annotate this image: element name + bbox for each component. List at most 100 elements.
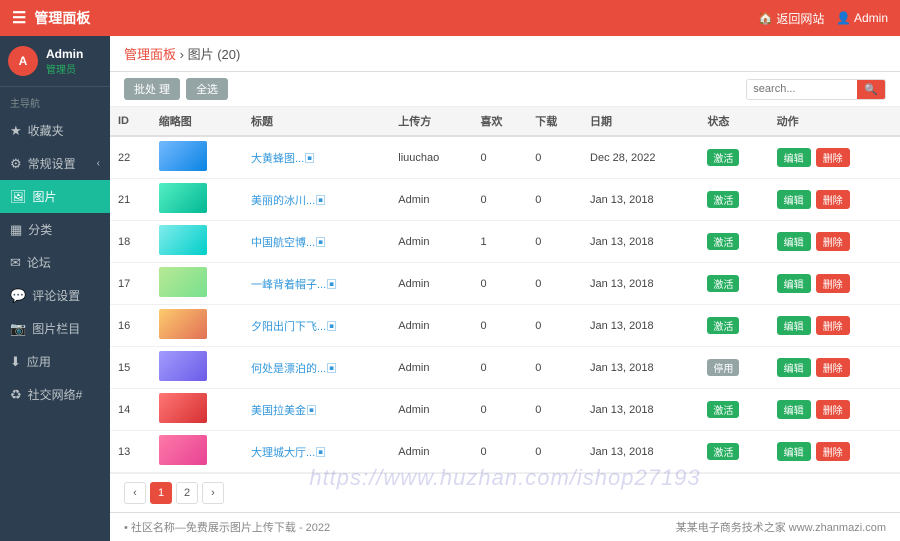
cell-thumb [151,431,243,473]
sidebar-label-favorites: 收藏夹 [28,122,64,139]
edit-btn[interactable]: 编辑 [777,316,811,335]
sidebar-item-segments[interactable]: ▦ 分类 [0,213,110,246]
select-all-btn[interactable]: 全选 [186,78,228,100]
cell-likes: 0 [472,389,527,431]
sidebar-item-images[interactable]: 🖼 图片 [0,180,110,213]
cell-likes: 1 [472,221,527,263]
delete-btn[interactable]: 删除 [816,232,850,251]
cell-status: 激活 [699,263,768,305]
cell-title: 大黄蜂图...▣ [243,136,390,179]
cell-uploader: Admin [390,431,472,473]
content-wrapper: 管理面板 › 图片 (20) 批处 理 全选 🔍 [110,36,900,541]
menu-icon[interactable]: ☰ [12,8,26,28]
edit-btn[interactable]: 编辑 [777,190,811,209]
title-link[interactable]: 大黄蜂图...▣ [251,153,315,165]
cell-date: Jan 13, 2018 [582,431,699,473]
delete-btn[interactable]: 删除 [816,274,850,293]
title-link[interactable]: 大理城大厅...▣ [251,447,326,459]
title-link[interactable]: 美丽的冰川...▣ [251,195,326,207]
sidebar-label-settings: 常规设置 [28,155,76,172]
cell-thumb [151,263,243,305]
cell-actions: 编辑 删除 [769,347,900,389]
cell-id: 22 [110,136,151,179]
star-icon: ★ [10,123,22,139]
page-next[interactable]: › [202,482,224,504]
delete-btn[interactable]: 删除 [816,358,850,377]
page-prev[interactable]: ‹ [124,482,146,504]
cell-downloads: 0 [527,431,582,473]
cell-likes: 0 [472,136,527,179]
table-header-row: ID 缩略图 标题 上传方 喜欢 下载 日期 状态 动作 [110,107,900,136]
user-role: 管理员 [46,61,83,76]
cell-date: Dec 28, 2022 [582,136,699,179]
delete-btn[interactable]: 删除 [816,442,850,461]
col-id: ID [110,107,151,136]
edit-btn[interactable]: 编辑 [777,358,811,377]
delete-btn[interactable]: 删除 [816,316,850,335]
toolbar: 批处 理 全选 🔍 [110,72,900,107]
camera-icon: 📷 [10,321,26,337]
admin-user[interactable]: 👤 Admin [836,11,888,25]
cell-uploader: liuuchao [390,136,472,179]
breadcrumb-parent[interactable]: 管理面板 [124,47,176,62]
edit-btn[interactable]: 编辑 [777,148,811,167]
cell-uploader: Admin [390,389,472,431]
user-name: Admin [46,47,83,61]
sidebar-item-posts[interactable]: ✉ 论坛 [0,246,110,279]
table-row: 21 美丽的冰川...▣ Admin 0 0 Jan 13, 2018 激活 编… [110,179,900,221]
cell-id: 15 [110,347,151,389]
delete-btn[interactable]: 删除 [816,148,850,167]
cell-title: 夕阳出门下飞...▣ [243,305,390,347]
search-input[interactable] [747,80,857,98]
delete-btn[interactable]: 删除 [816,400,850,419]
cell-thumb [151,347,243,389]
sidebar-item-favorites[interactable]: ★ 收藏夹 [0,114,110,147]
app-title: 管理面板 [34,8,90,28]
sidebar-item-settings[interactable]: ⚙ 常规设置 ‹ [0,147,110,180]
cell-downloads: 0 [527,389,582,431]
edit-btn[interactable]: 编辑 [777,400,811,419]
status-badge: 激活 [707,443,739,460]
recycle-icon: ♻ [10,387,22,403]
cell-id: 13 [110,431,151,473]
header-right: 🏠 返回网站 👤 Admin [758,10,888,27]
edit-btn[interactable]: 编辑 [777,274,811,293]
search-btn[interactable]: 🔍 [857,80,885,99]
footer-right: 某某电子商务技术之家 www.zhanmazi.com [676,519,886,535]
sidebar-section-title: 主导航 [0,87,110,114]
gear-icon: ⚙ [10,156,22,172]
cell-actions: 编辑 删除 [769,431,900,473]
cell-date: Jan 13, 2018 [582,263,699,305]
page-1[interactable]: 1 [150,482,172,504]
title-link[interactable]: 一峰背着帽子...▣ [251,279,337,291]
sidebar-item-recycle[interactable]: ♻ 社交网络# [0,378,110,411]
breadcrumb: 管理面板 › 图片 (20) [110,36,900,72]
sidebar-label-recycle: 社交网络# [28,386,83,403]
table-wrapper: ID 缩略图 标题 上传方 喜欢 下载 日期 状态 动作 22 [110,107,900,473]
col-thumb: 缩略图 [151,107,243,136]
delete-btn[interactable]: 删除 [816,190,850,209]
cell-actions: 编辑 删除 [769,221,900,263]
sidebar-item-download[interactable]: ⬇ 应用 [0,345,110,378]
status-badge: 停用 [707,359,739,376]
batch-btn[interactable]: 批处 理 [124,78,180,100]
home-link[interactable]: 🏠 返回网站 [758,10,824,27]
cell-id: 18 [110,221,151,263]
admin-label: Admin [854,11,888,25]
cell-title: 一峰背着帽子...▣ [243,263,390,305]
sidebar-item-comments[interactable]: 💬 评论设置 [0,279,110,312]
cell-thumb [151,389,243,431]
edit-btn[interactable]: 编辑 [777,442,811,461]
cell-downloads: 0 [527,263,582,305]
cell-likes: 0 [472,431,527,473]
title-link[interactable]: 何处是漂泊的...▣ [251,363,337,375]
pagination: ‹ 1 2 › [110,473,900,512]
page-2[interactable]: 2 [176,482,198,504]
title-link[interactable]: 中国航空博...▣ [251,237,326,249]
title-link[interactable]: 夕阳出门下飞...▣ [251,321,337,333]
col-status: 状态 [699,107,768,136]
cell-actions: 编辑 删除 [769,389,900,431]
sidebar-item-gallery[interactable]: 📷 图片栏目 [0,312,110,345]
title-link[interactable]: 美国拉美金▣ [251,405,317,417]
edit-btn[interactable]: 编辑 [777,232,811,251]
